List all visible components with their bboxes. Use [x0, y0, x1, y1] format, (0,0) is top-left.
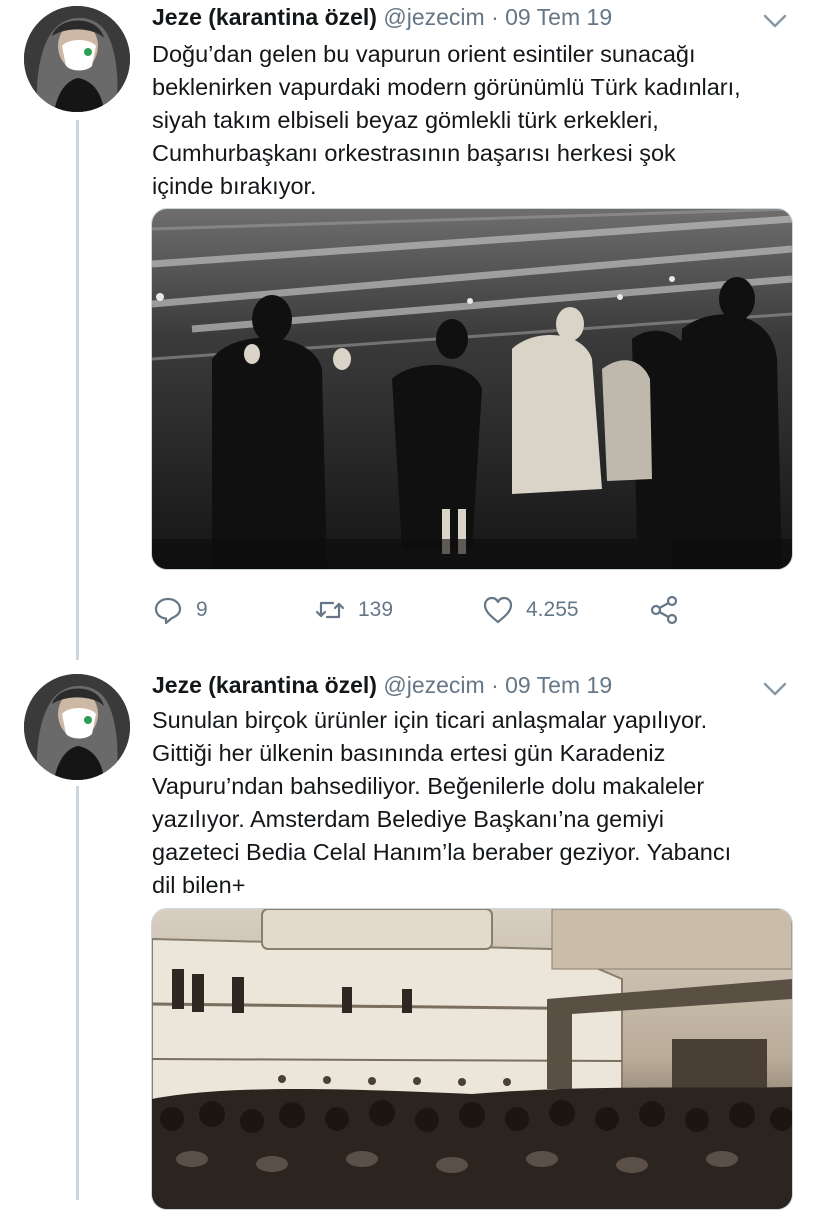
more-options-button[interactable]: [760, 10, 790, 32]
avatar[interactable]: [24, 674, 130, 780]
tweet-header: Jeze (karantina özel) @jezecim · 09 Tem …: [152, 4, 612, 31]
avatar-photo: [24, 674, 130, 780]
reply-count: 9: [196, 598, 208, 621]
author-name[interactable]: Jeze (karantina özel): [152, 672, 377, 698]
retweet-count: 139: [358, 598, 394, 621]
tweet-date[interactable]: 09 Tem 19: [505, 4, 612, 30]
avatar-photo: [24, 6, 130, 112]
tweet-text-line: dil bilen+: [152, 872, 246, 898]
more-options-button[interactable]: [760, 678, 790, 700]
reply-button[interactable]: 9: [152, 590, 208, 630]
dance-photo: [152, 209, 792, 569]
share-button[interactable]: [648, 590, 680, 630]
tweet-photo[interactable]: [151, 908, 793, 1210]
retweet-icon: [315, 601, 345, 619]
tweet-text-line: Doğu’dan gelen bu vapurun orient esintil…: [152, 41, 696, 67]
like-count: 4.255: [526, 598, 579, 621]
tweet-photo[interactable]: [151, 208, 793, 570]
tweet-text-line: siyah takım elbiseli beyaz gömlekli türk…: [152, 107, 659, 133]
separator-dot: ·: [491, 4, 499, 30]
tweet-text-line: Sunulan birçok ürünler için ticari anlaş…: [152, 707, 708, 733]
tweet-actions: 9 139 4.255: [152, 590, 792, 630]
author-handle[interactable]: @jezecim: [383, 4, 484, 30]
ship-crowd-photo: [152, 909, 792, 1209]
tweet-text: Doğu’dan gelen bu vapurun orient esintil…: [152, 38, 792, 203]
share-icon: [650, 595, 678, 625]
separator-dot: ·: [491, 672, 499, 698]
tweet-text-line: Vapuru’ndan bahsediliyor. Beğenilerle do…: [152, 773, 705, 799]
reply-icon: [154, 597, 182, 625]
tweet-text-line: yazılıyor. Amsterdam Belediye Başkanı’na…: [152, 806, 665, 832]
author-name[interactable]: Jeze (karantina özel): [152, 4, 377, 30]
tweet-text: Sunulan birçok ürünler için ticari anlaş…: [152, 704, 792, 902]
tweet-text-line: gazeteci Bedia Celal Hanım’la beraber ge…: [152, 839, 732, 865]
tweet[interactable]: Jeze (karantina özel) @jezecim · 09 Tem …: [0, 668, 815, 1210]
tweet-date[interactable]: 09 Tem 19: [505, 672, 612, 698]
tweet-text-line: beklenirken vapurdaki modern görünümlü T…: [152, 74, 741, 100]
author-handle[interactable]: @jezecim: [383, 672, 484, 698]
tweet-text-line: içinde bırakıyor.: [152, 173, 317, 199]
tweet-header: Jeze (karantina özel) @jezecim · 09 Tem …: [152, 672, 612, 699]
tweet-text-line: Cumhurbaşkanı orkestrasının başarısı her…: [152, 140, 676, 166]
like-button[interactable]: 4.255: [482, 590, 579, 630]
retweet-button[interactable]: 139: [314, 590, 393, 630]
avatar[interactable]: [24, 6, 130, 112]
tweet-text-line: Gittiği her ülkenin basınında ertesi gün…: [152, 740, 666, 766]
heart-icon: [483, 596, 513, 624]
chevron-down-icon: [763, 682, 787, 696]
tweet[interactable]: Jeze (karantina özel) @jezecim · 09 Tem …: [0, 0, 815, 650]
chevron-down-icon: [763, 14, 787, 28]
